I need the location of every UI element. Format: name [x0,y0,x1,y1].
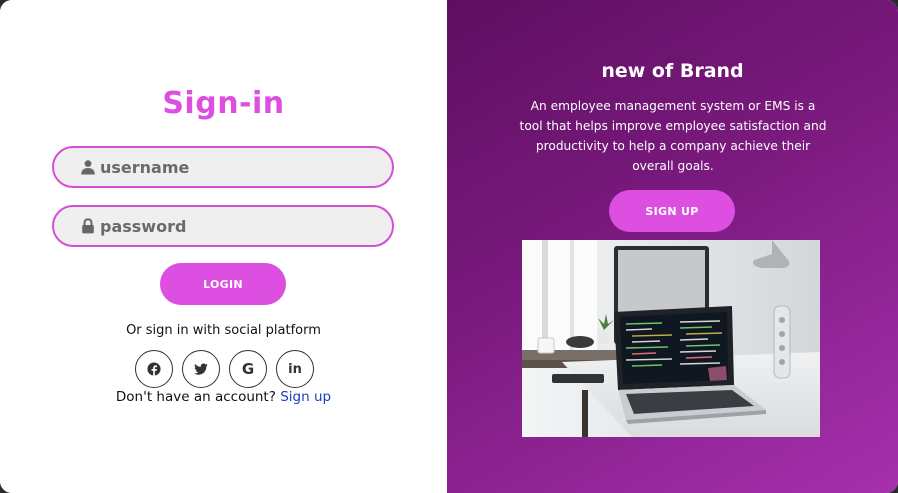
brand-title: new of Brand [601,60,744,82]
login-window: Sign-in LOGIN Or sign in with social pla… [0,0,898,493]
username-input[interactable] [100,157,360,177]
signup-prompt-text: Don't have an account? [115,389,276,405]
signup-button[interactable]: SIGN UP [609,190,735,232]
signup-link[interactable]: Sign up [280,389,331,405]
user-icon [81,160,95,175]
social-buttons: G in [135,350,314,388]
signin-panel: Sign-in LOGIN Or sign in with social pla… [0,0,447,493]
login-button[interactable]: LOGIN [160,263,286,305]
signup-prompt: Don't have an account? Sign up [0,389,447,405]
password-input[interactable] [100,216,360,236]
google-button[interactable]: G [229,350,267,388]
laptop-desk-photo [522,240,820,437]
signin-title: Sign-in [162,86,285,121]
facebook-button[interactable] [135,350,173,388]
social-signin-text: Or sign in with social platform [126,323,321,338]
password-field[interactable] [52,205,394,247]
lock-icon [82,218,94,234]
twitter-button[interactable] [182,350,220,388]
brand-description: An employee management system or EMS is … [519,99,827,173]
twitter-icon [194,363,208,375]
linkedin-icon: in [288,361,302,377]
brand-panel: new of Brand An employee management syst… [447,0,898,493]
facebook-icon [147,362,161,376]
username-field[interactable] [52,146,394,188]
linkedin-button[interactable]: in [276,350,314,388]
google-icon: G [241,360,255,378]
laptop-desk-illustration [522,240,820,437]
